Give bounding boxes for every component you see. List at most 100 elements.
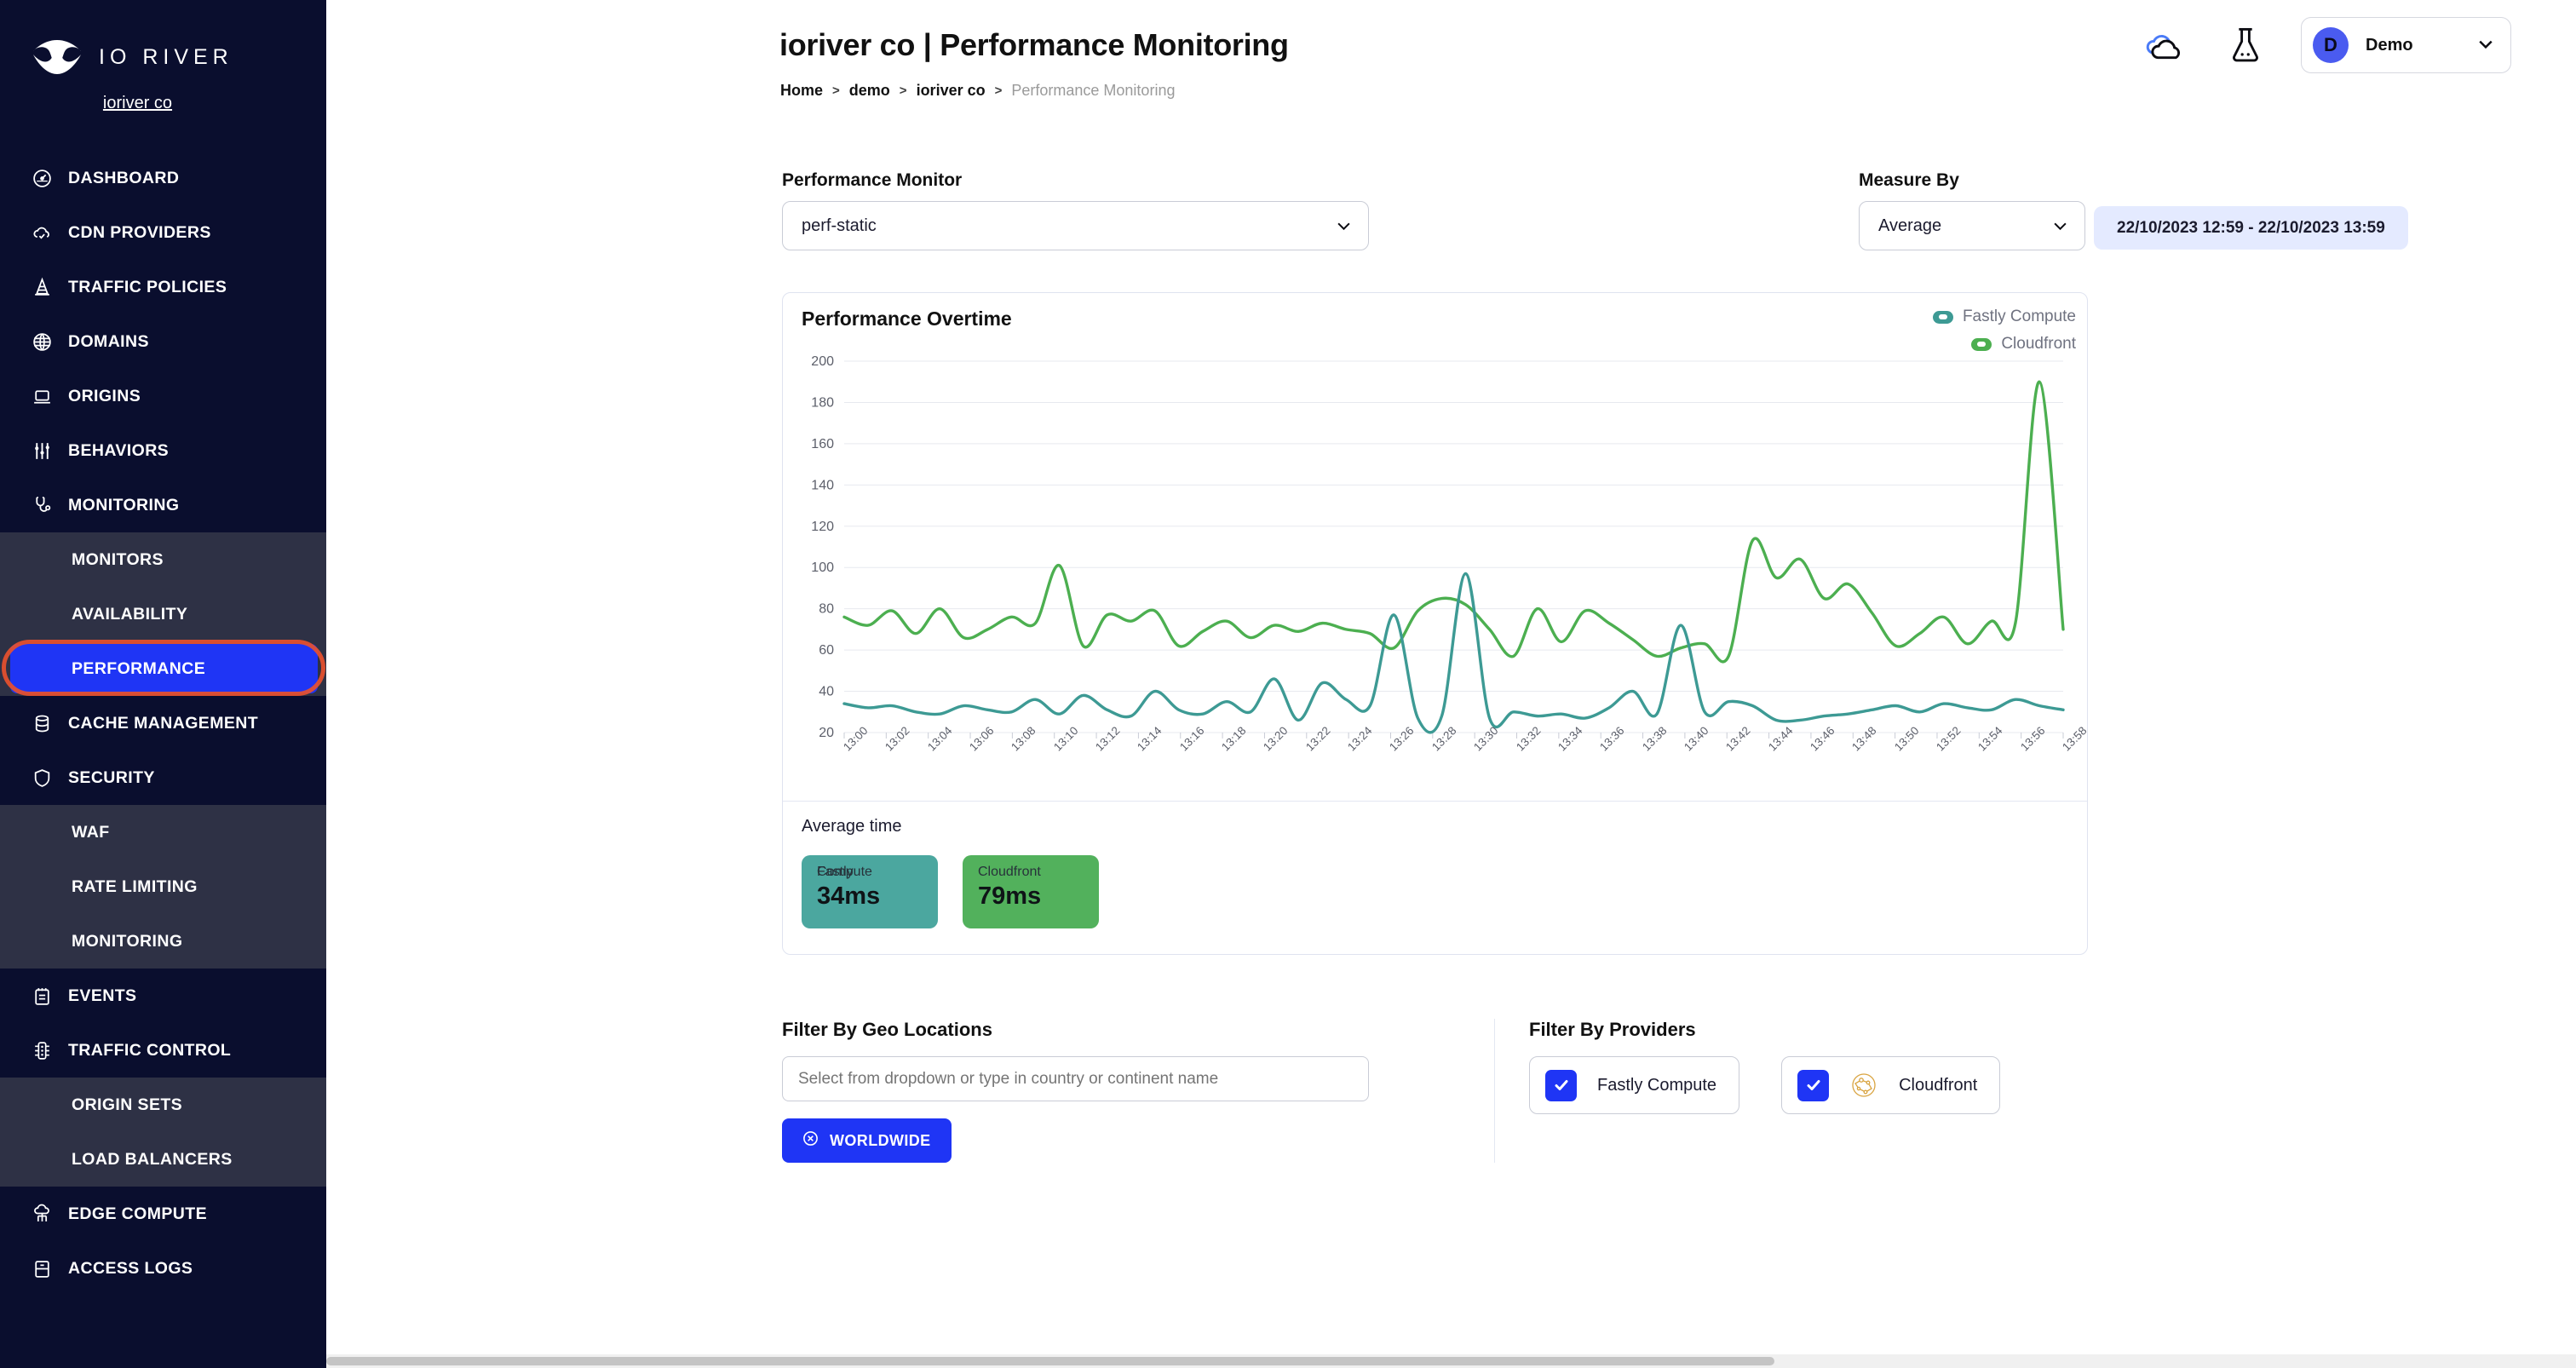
measure-by-field: Measure By Average <box>1859 170 2085 250</box>
checkbox-checked-icon[interactable] <box>1545 1069 1577 1101</box>
remove-circle-icon[interactable] <box>802 1130 819 1151</box>
dashboard-icon <box>31 167 54 190</box>
chevron-down-icon <box>2053 217 2067 234</box>
sidebar-item-label: AVAILABILITY <box>72 604 188 624</box>
logo-row[interactable]: IO RIVER <box>0 37 326 77</box>
chart-svg: 20 40 60 80 100 120 140 160 180 200 <box>811 354 2065 740</box>
provider-chip-cloudfront[interactable]: Cloudfront <box>1781 1056 2001 1114</box>
performance-monitor-field: Performance Monitor perf-static <box>782 170 1369 250</box>
sidebar-item-cdn-providers[interactable]: CDN PROVIDERS <box>0 205 326 260</box>
sidebar: IO RIVER ioriver co DASHBOARD CDN PROVID… <box>0 0 326 1368</box>
geo-filter-section: Filter By Geo Locations WORLDWIDE <box>782 1019 1494 1163</box>
average-time-section: Average time Fastly Compute 34ms Cloudfr… <box>783 802 2087 954</box>
sidebar-item-label: LOAD BALANCERS <box>72 1149 233 1169</box>
sidebar-subnav-monitoring: MONITORS AVAILABILITY PERFORMANCE <box>0 532 326 696</box>
provider-filter-section: Filter By Providers Fastly Compute Cloud… <box>1529 1019 2094 1163</box>
svg-text:80: 80 <box>819 602 834 617</box>
app-root: IO RIVER ioriver co DASHBOARD CDN PROVID… <box>0 0 2576 1368</box>
bottom-filters: Filter By Geo Locations WORLDWIDE F <box>782 1019 2094 1163</box>
performance-chart-card: Performance Overtime Fastly Compute Clou… <box>782 292 2090 955</box>
svg-text:20: 20 <box>819 726 834 740</box>
sidebar-item-events[interactable]: EVENTS <box>0 969 326 1023</box>
geo-search-input[interactable] <box>782 1056 1369 1101</box>
cloudfront-icon <box>1849 1071 1878 1100</box>
sidebar-item-label: BEHAVIORS <box>68 440 170 460</box>
svg-text:40: 40 <box>819 685 834 699</box>
sidebar-item-domains[interactable]: DOMAINS <box>0 314 326 369</box>
geo-filter-title: Filter By Geo Locations <box>782 1019 992 1040</box>
provider-chip-label: Cloudfront <box>1899 1075 1978 1095</box>
sidebar-item-security[interactable]: SECURITY <box>0 750 326 805</box>
chart-series-fastly-compute <box>842 572 2065 734</box>
legend-item-fastly-compute[interactable]: Fastly Compute <box>1932 303 2076 331</box>
scrollbar-thumb[interactable] <box>326 1357 1774 1365</box>
sidebar-subnav-security: WAF RATE LIMITING MONITORING <box>0 805 326 969</box>
notepad-icon <box>31 985 54 1008</box>
sidebar-item-waf[interactable]: WAF <box>0 805 326 859</box>
svg-text:120: 120 <box>811 520 834 534</box>
measure-by-label: Measure By <box>1859 170 1959 190</box>
ioriver-logo-icon <box>31 37 83 77</box>
date-range-badge[interactable]: 22/10/2023 12:59 - 22/10/2023 13:59 <box>2094 206 2408 250</box>
sidebar-item-access-logs[interactable]: ACCESS LOGS <box>0 1241 326 1296</box>
sidebar-item-origin-sets[interactable]: ORIGIN SETS <box>0 1078 326 1132</box>
database-icon <box>31 712 54 735</box>
brand-block: IO RIVER ioriver co <box>0 0 326 113</box>
measure-by-select[interactable]: Average <box>1859 201 2085 250</box>
svg-text:160: 160 <box>811 437 834 451</box>
sidebar-item-load-balancers[interactable]: LOAD BALANCERS <box>0 1132 326 1187</box>
checkbox-checked-icon[interactable] <box>1797 1069 1830 1101</box>
breadcrumb-item-home[interactable]: Home <box>780 82 823 100</box>
brand-name: IO RIVER <box>99 44 233 69</box>
worldwide-chip-button[interactable]: WORLDWIDE <box>782 1118 952 1163</box>
sidebar-item-dashboard[interactable]: DASHBOARD <box>0 151 326 205</box>
sidebar-item-cache-management[interactable]: CACHE MANAGEMENT <box>0 696 326 750</box>
legend-label: Fastly Compute <box>1962 308 2076 325</box>
edge-compute-icon <box>31 1203 54 1226</box>
sliders-icon <box>31 440 54 463</box>
breadcrumb-item-ioriver-co[interactable]: ioriver co <box>917 82 986 100</box>
sidebar-item-edge-compute[interactable]: EDGE COMPUTE <box>0 1187 326 1241</box>
chart-x-axis: 13:00 13:02 13:04 13:06 13:08 13:10 13:12 13:14… <box>783 724 2090 801</box>
worldwide-chip-label: WORLDWIDE <box>830 1131 931 1149</box>
sidebar-item-label: PERFORMANCE <box>72 658 206 678</box>
account-name: Demo <box>2366 35 2413 55</box>
sidebar-item-behaviors[interactable]: BEHAVIORS <box>0 423 326 478</box>
stethoscope-icon <box>31 494 54 517</box>
sidebar-item-performance[interactable]: PERFORMANCE <box>10 644 318 693</box>
svg-text:100: 100 <box>811 560 834 575</box>
flask-icon[interactable] <box>2219 19 2272 72</box>
sidebar-item-label: MONITORS <box>72 549 164 569</box>
sidebar-item-availability[interactable]: AVAILABILITY <box>0 587 326 641</box>
sidebar-item-label: TRAFFIC POLICIES <box>68 277 227 296</box>
sidebar-item-traffic-policies[interactable]: TRAFFIC POLICIES <box>0 260 326 314</box>
average-card-fastly-compute: Fastly Compute 34ms <box>802 855 938 928</box>
chart-plot-area: 20 40 60 80 100 120 140 160 180 200 <box>783 349 2073 741</box>
section-divider <box>1494 1019 1495 1163</box>
sidebar-item-monitoring[interactable]: MONITORING <box>0 478 326 532</box>
svg-text:200: 200 <box>811 354 834 369</box>
sidebar-item-label: DASHBOARD <box>68 168 180 187</box>
org-link[interactable]: ioriver co <box>0 94 326 113</box>
sidebar-item-security-monitoring[interactable]: MONITORING <box>0 914 326 969</box>
sidebar-item-rate-limiting[interactable]: RATE LIMITING <box>0 859 326 914</box>
cloud-icon[interactable] <box>2137 19 2190 72</box>
chart-series-cloudfront <box>842 380 2065 664</box>
account-dropdown[interactable]: D Demo <box>2301 17 2511 73</box>
page-header: ioriver co | Performance Monitoring Home… <box>326 0 2576 129</box>
breadcrumb-item-demo[interactable]: demo <box>849 82 890 100</box>
chevron-down-icon <box>1337 217 1351 234</box>
provider-chip-fastly-compute[interactable]: Fastly Compute <box>1529 1056 1740 1114</box>
sidebar-item-label: ORIGIN SETS <box>72 1095 183 1114</box>
sidebar-item-label: MONITORING <box>72 931 183 951</box>
page-title: ioriver co | Performance Monitoring <box>779 27 1289 62</box>
avatar: D <box>2313 27 2349 63</box>
sidebar-item-monitors[interactable]: MONITORS <box>0 532 326 587</box>
sidebar-item-traffic-control[interactable]: TRAFFIC CONTROL <box>0 1023 326 1078</box>
sidebar-item-performance-wrap: PERFORMANCE <box>0 640 326 696</box>
sidebar-item-origins[interactable]: ORIGINS <box>0 369 326 423</box>
performance-monitor-select[interactable]: perf-static <box>782 201 1369 250</box>
traffic-light-icon <box>31 1039 54 1062</box>
horizontal-scrollbar[interactable] <box>326 1354 2576 1368</box>
chevron-down-icon <box>2478 39 2493 52</box>
